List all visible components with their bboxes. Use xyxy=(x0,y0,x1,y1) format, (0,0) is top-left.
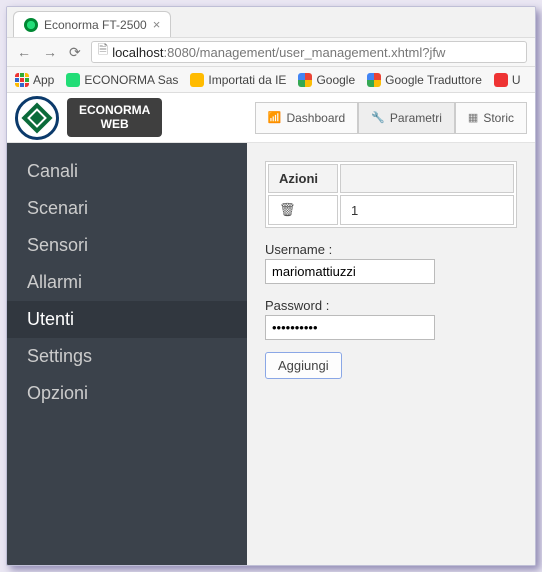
u-icon xyxy=(494,73,508,87)
sidebar-item-allarmi[interactable]: Allarmi xyxy=(7,264,247,301)
bookmarks-bar: App ECONORMA Sas Importati da IE Google … xyxy=(7,67,535,93)
brand-line2: WEB xyxy=(79,118,150,131)
folder-icon xyxy=(190,73,204,87)
google-icon xyxy=(298,73,312,87)
bookmark-item[interactable]: Importati da IE xyxy=(190,73,286,87)
browser-tabbar: Econorma FT-2500 × xyxy=(7,7,535,37)
username-label: Username : xyxy=(265,242,517,257)
bookmark-label: ECONORMA Sas xyxy=(84,73,178,87)
table-header-row: Azioni xyxy=(268,164,514,193)
password-label: Password : xyxy=(265,298,517,313)
econorma-icon xyxy=(66,73,80,87)
browser-window: Econorma FT-2500 × ← → ⟳ 🗎 localhost:808… xyxy=(6,6,536,566)
google-icon xyxy=(367,73,381,87)
brand-button[interactable]: ECONORMA WEB xyxy=(67,98,162,136)
trash-icon[interactable]: 🗑 xyxy=(279,202,296,217)
sidebar-item-settings[interactable]: Settings xyxy=(7,338,247,375)
apps-icon xyxy=(15,73,29,87)
header-tabs: 📶 Dashboard 🔧 Parametri ▦ Storic xyxy=(255,102,527,134)
app-body: Canali Scenari Sensori Allarmi Utenti Se… xyxy=(7,143,535,565)
reload-icon[interactable]: ⟳ xyxy=(67,44,83,61)
tab-label: Dashboard xyxy=(286,111,345,125)
bookmark-item[interactable]: ECONORMA Sas xyxy=(66,73,178,87)
brand-line1: ECONORMA xyxy=(79,104,150,117)
url-path: /management/user_management.xhtml?jfw xyxy=(196,45,445,60)
sidebar-item-sensori[interactable]: Sensori xyxy=(7,227,247,264)
bookmark-label: Google Traduttore xyxy=(385,73,482,87)
bookmark-item[interactable]: Google Traduttore xyxy=(367,73,482,87)
url-host: localhost xyxy=(112,45,163,60)
tab-label: Parametri xyxy=(390,111,442,125)
password-input[interactable] xyxy=(265,315,435,340)
cell-id: 1 xyxy=(340,195,514,225)
bookmark-item[interactable]: App xyxy=(15,73,54,87)
col-actions: Azioni xyxy=(268,164,338,193)
username-input[interactable] xyxy=(265,259,435,284)
bookmark-item[interactable]: U xyxy=(494,73,521,87)
forward-icon[interactable]: → xyxy=(41,44,59,60)
tab-favicon xyxy=(24,18,38,32)
wrench-icon: 🔧 xyxy=(371,111,385,124)
browser-tab[interactable]: Econorma FT-2500 × xyxy=(13,11,171,37)
bookmark-label: U xyxy=(512,73,521,87)
close-icon[interactable]: × xyxy=(153,17,161,32)
browser-navbar: ← → ⟳ 🗎 localhost:8080/management/user_m… xyxy=(7,37,535,67)
cell-actions: 🗑 xyxy=(268,195,338,225)
table-row: 🗑 1 xyxy=(268,195,514,225)
bookmark-label: Importati da IE xyxy=(208,73,286,87)
bookmark-item[interactable]: Google xyxy=(298,73,355,87)
app-logo[interactable] xyxy=(15,96,59,140)
app-header: ECONORMA WEB 📶 Dashboard 🔧 Parametri ▦ Stor… xyxy=(7,93,535,143)
tab-parametri[interactable]: 🔧 Parametri xyxy=(358,102,455,134)
col-id xyxy=(340,164,514,193)
tab-dashboard[interactable]: 📶 Dashboard xyxy=(255,102,358,134)
address-bar[interactable]: 🗎 localhost:8080/management/user_managem… xyxy=(91,41,527,63)
tab-storico[interactable]: ▦ Storic xyxy=(455,102,527,134)
content-area: Azioni 🗑 1 Username : Password : Aggiung… xyxy=(247,143,535,565)
bars-icon: 📶 xyxy=(268,111,282,124)
url-file-icon: 🗎 xyxy=(98,41,108,63)
sidebar: Canali Scenari Sensori Allarmi Utenti Se… xyxy=(7,143,247,565)
back-icon[interactable]: ← xyxy=(15,44,33,60)
users-table: Azioni 🗑 1 xyxy=(265,161,517,228)
calendar-icon: ▦ xyxy=(468,111,478,124)
sidebar-item-utenti[interactable]: Utenti xyxy=(7,301,247,338)
sidebar-item-opzioni[interactable]: Opzioni xyxy=(7,375,247,412)
bookmark-label: Google xyxy=(316,73,355,87)
sidebar-item-scenari[interactable]: Scenari xyxy=(7,190,247,227)
add-button[interactable]: Aggiungi xyxy=(265,352,342,379)
url-port: :8080 xyxy=(164,45,197,60)
sidebar-item-canali[interactable]: Canali xyxy=(7,153,247,190)
bookmark-label: App xyxy=(33,73,54,87)
tab-label: Storic xyxy=(483,111,514,125)
tab-title: Econorma FT-2500 xyxy=(44,18,147,32)
